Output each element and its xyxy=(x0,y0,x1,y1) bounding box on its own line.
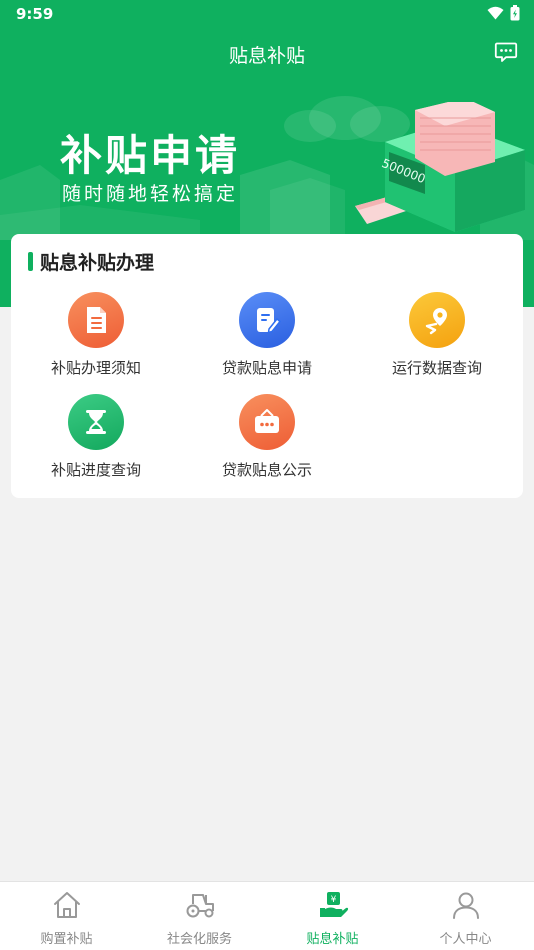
tab-label: 购置补贴 xyxy=(40,932,93,947)
svg-text:¥: ¥ xyxy=(330,895,336,905)
service-label: 贷款贴息公示 xyxy=(221,461,312,479)
status-bar: 9:59 xyxy=(0,0,534,28)
tab-social-service[interactable]: 社会化服务 xyxy=(133,882,266,950)
service-subsidy-guide[interactable]: 补贴办理须知 xyxy=(21,292,171,378)
home-icon xyxy=(53,892,80,918)
tab-personal-center[interactable]: 个人中心 xyxy=(399,882,532,950)
yen-hand-icon: ¥ xyxy=(319,892,348,917)
tractor-icon xyxy=(186,894,214,918)
card-title: 贴息补贴办理 xyxy=(40,252,155,274)
tab-purchase-subsidy[interactable]: 购置补贴 xyxy=(0,882,133,950)
service-label: 贷款贴息申请 xyxy=(221,359,312,377)
chat-bubble-icon xyxy=(494,42,518,62)
notice-board-icon xyxy=(239,394,295,450)
banner[interactable]: 补贴申请 随时随地轻松搞定 500000 xyxy=(0,80,534,240)
location-data-icon xyxy=(409,292,465,348)
tab-label: 社会化服务 xyxy=(166,932,232,947)
tab-label: 个人中心 xyxy=(439,932,492,947)
service-label: 补贴办理须知 xyxy=(50,359,141,377)
tab-label: 贴息补贴 xyxy=(306,932,359,947)
nav-bar: 贴息补贴 xyxy=(0,28,534,80)
hourglass-icon xyxy=(68,394,124,450)
title-accent-bar xyxy=(28,252,33,271)
service-loan-interest-publicity[interactable]: 贷款贴息公示 xyxy=(192,394,342,480)
service-subsidy-progress-query[interactable]: 补贴进度查询 xyxy=(21,394,171,480)
status-icons xyxy=(487,5,520,21)
status-time: 9:59 xyxy=(16,5,54,23)
edit-form-icon xyxy=(239,292,295,348)
card-header: 贴息补贴办理 xyxy=(28,248,154,275)
document-icon xyxy=(68,292,124,348)
bottom-tab-bar: 购置补贴 社会化服务 ¥ 贴息补贴 个人中心 xyxy=(0,881,534,950)
person-icon xyxy=(452,892,479,919)
service-label: 运行数据查询 xyxy=(391,359,482,377)
subsidy-service-card: 贴息补贴办理 补贴办理须知 贷款贴息申请 运行数据查询 补贴进度查询 贷款贴息公… xyxy=(11,234,523,498)
page-title: 贴息补贴 xyxy=(228,45,305,67)
battery-icon xyxy=(510,5,520,21)
money-machine-illustration xyxy=(355,102,525,232)
service-operation-data-query[interactable]: 运行数据查询 xyxy=(362,292,512,378)
wifi-icon xyxy=(487,6,504,20)
banner-title: 补贴申请 xyxy=(60,131,241,180)
service-loan-interest-application[interactable]: 贷款贴息申请 xyxy=(192,292,342,378)
message-button[interactable] xyxy=(494,40,520,66)
banner-subtitle: 随时随地轻松搞定 xyxy=(62,183,239,205)
tab-interest-subsidy[interactable]: ¥ 贴息补贴 xyxy=(266,882,399,950)
service-label: 补贴进度查询 xyxy=(50,461,141,479)
